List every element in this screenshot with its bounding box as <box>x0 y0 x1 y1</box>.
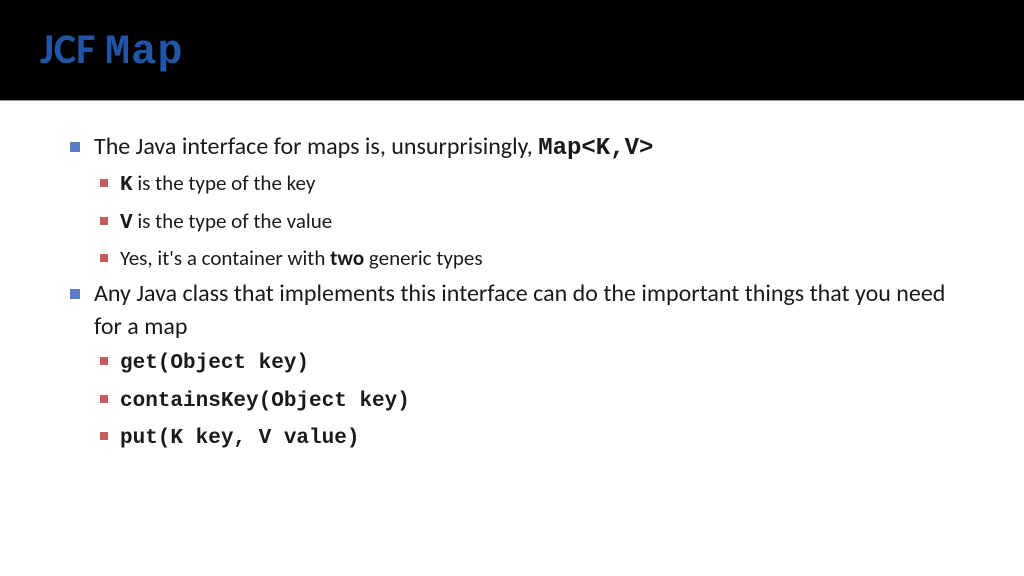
bullet-code: containsKey(Object key) <box>120 390 410 413</box>
bullet-text: Any Java class that implements this inte… <box>94 279 945 340</box>
bullet-text: is the type of the key <box>133 170 316 196</box>
sub-bullet-list: K is the type of the key V is the type o… <box>100 169 974 272</box>
title-code: Map <box>105 28 184 76</box>
bullet-text: The Java interface for maps is, unsurpri… <box>94 132 538 161</box>
bullet-code: Map<K,V> <box>538 135 653 162</box>
bullet-list: The Java interface for maps is, unsurpri… <box>70 131 974 453</box>
bullet-text: is the type of the value <box>133 208 333 234</box>
list-item: Yes, it's a container with two generic t… <box>100 244 974 272</box>
bullet-bold: two <box>330 245 364 271</box>
list-item: get(Object key) <box>100 347 974 378</box>
slide-content: The Java interface for maps is, unsurpri… <box>0 101 1024 453</box>
title-prefix: JCF <box>40 24 105 75</box>
list-item: containsKey(Object key) <box>100 385 974 416</box>
bullet-code: put(K key, V value) <box>120 427 359 450</box>
bullet-code: K <box>120 174 133 197</box>
list-item: K is the type of the key <box>100 169 974 200</box>
slide-title: JCF Map <box>40 24 984 76</box>
slide-header: JCF Map <box>0 0 1024 101</box>
list-item: put(K key, V value) <box>100 422 974 453</box>
list-item: Any Java class that implements this inte… <box>70 278 974 453</box>
list-item: V is the type of the value <box>100 207 974 238</box>
bullet-code: get(Object key) <box>120 352 309 375</box>
sub-bullet-list: get(Object key) containsKey(Object key) … <box>100 347 974 453</box>
list-item: The Java interface for maps is, unsurpri… <box>70 131 974 272</box>
bullet-text: generic types <box>364 245 482 271</box>
bullet-text: Yes, it's a container with <box>120 245 330 271</box>
bullet-code: V <box>120 212 133 235</box>
